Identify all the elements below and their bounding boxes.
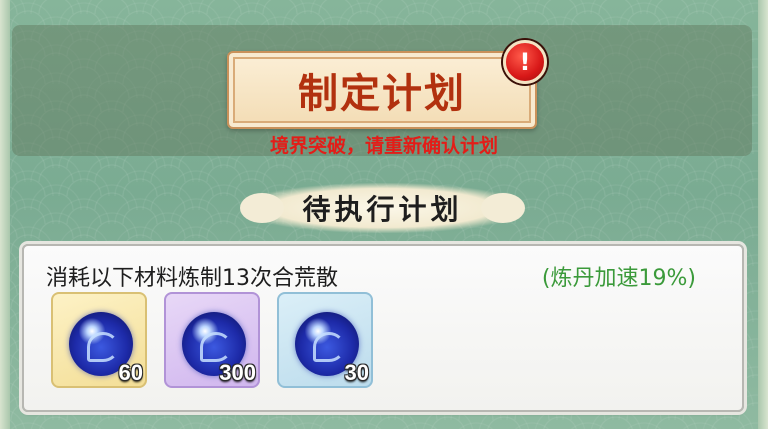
material-slot-1[interactable]: 60 bbox=[51, 292, 147, 388]
make-plan-button[interactable]: 制定计划 bbox=[227, 51, 537, 129]
pending-plan-title-text: 待执行计划 bbox=[302, 193, 463, 226]
material-quantity: 300 bbox=[219, 360, 256, 385]
pending-plan-title: 待执行计划 bbox=[240, 183, 525, 233]
material-quantity: 60 bbox=[118, 360, 143, 385]
alert-exclamation-icon: ! bbox=[503, 40, 547, 84]
material-slot-3[interactable]: 30 bbox=[277, 292, 373, 388]
alchemy-speed-bonus: (炼丹加速19%) bbox=[541, 266, 696, 291]
realm-breakthrough-warning: 境界突破，请重新确认计划 bbox=[269, 135, 498, 157]
plan-description: 消耗以下材料炼制13次合荒散 bbox=[46, 266, 338, 291]
material-quantity: 30 bbox=[344, 360, 369, 385]
right-frame-border bbox=[758, 0, 768, 429]
left-frame-border bbox=[0, 0, 10, 429]
material-slot-2[interactable]: 300 bbox=[164, 292, 260, 388]
make-plan-button-label: 制定计划 bbox=[298, 70, 466, 117]
